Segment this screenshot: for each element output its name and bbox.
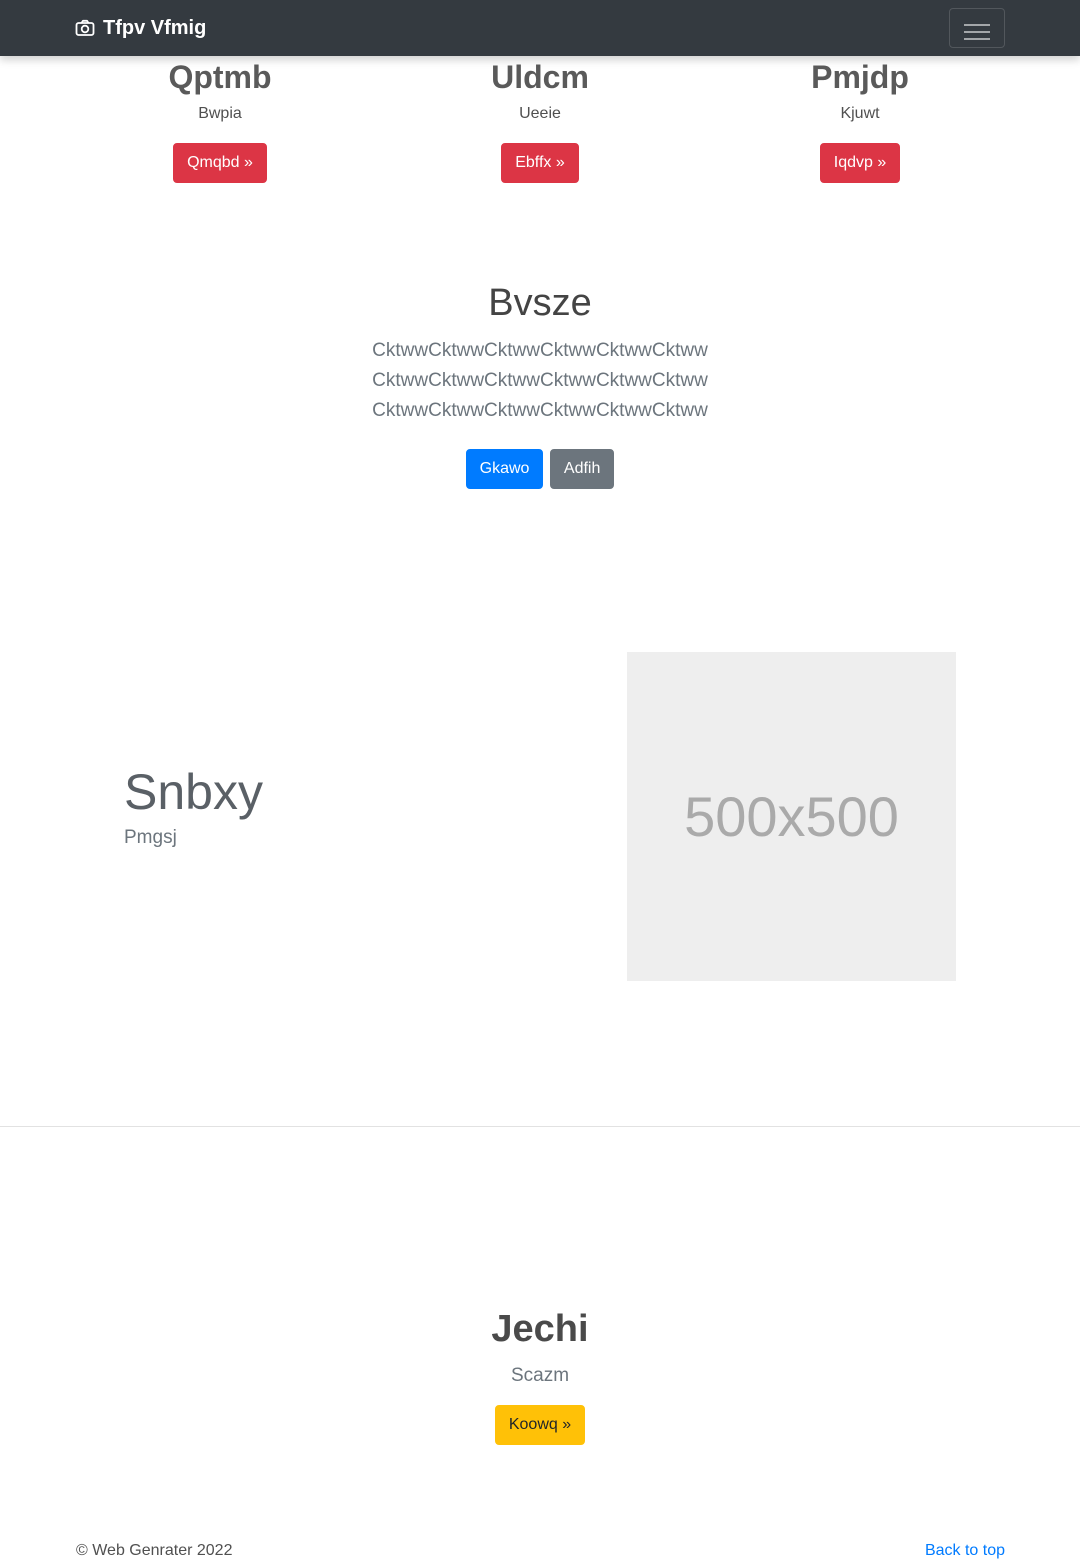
- feature-text: Kjuwt: [840, 105, 880, 122]
- jumbotron-heading: Bvsze: [488, 282, 592, 324]
- cta-button[interactable]: Koowq »: [494, 1405, 586, 1445]
- section-divider: [0, 1126, 1080, 1127]
- featurette-text: Snbxy Pmgsj: [124, 762, 263, 850]
- feature-title: Uldcm: [491, 59, 589, 95]
- feature-button[interactable]: Qmqbd »: [173, 143, 267, 183]
- navbar-toggler-button[interactable]: [949, 8, 1005, 48]
- feature-column: Uldcm Ueeie Ebffx »: [380, 58, 700, 183]
- back-to-top-link[interactable]: Back to top: [925, 1541, 1005, 1561]
- primary-button[interactable]: Gkawo: [465, 449, 544, 489]
- feature-button[interactable]: Ebffx »: [501, 143, 579, 183]
- jumbotron-lead: CktwwCktwwCktwwCktwwCktwwCktwwCktwwCktww…: [372, 340, 708, 421]
- footer-copyright: © Web Genrater 2022: [76, 1542, 233, 1559]
- hamburger-icon: [964, 23, 990, 40]
- feature-column: Pmjdp Kjuwt Iqdvp »: [700, 58, 1020, 183]
- cta-heading: Jechi: [491, 1308, 589, 1350]
- placeholder-label: 500x500: [684, 785, 899, 848]
- feature-column: Qptmb Bwpia Qmqbd »: [60, 58, 380, 183]
- featurette-image-placeholder: 500x500: [627, 652, 956, 981]
- jumbotron: Bvsze CktwwCktwwCktwwCktwwCktwwCktwwCktw…: [0, 280, 1080, 489]
- jumbotron-buttons: Gkawo Adfih: [0, 449, 1080, 489]
- secondary-button[interactable]: Adfih: [549, 449, 615, 489]
- camera-icon: [75, 19, 95, 37]
- feature-text: Bwpia: [198, 105, 242, 122]
- navbar: Tfpv Vfmig: [0, 0, 1080, 56]
- cta-subtext: Scazm: [510, 1365, 570, 1386]
- feature-text: Ueeie: [519, 105, 561, 122]
- feature-button[interactable]: Iqdvp »: [819, 143, 901, 183]
- feature-title: Qptmb: [168, 59, 272, 95]
- cta-section: Jechi Scazm Koowq »: [0, 1306, 1080, 1445]
- navbar-brand[interactable]: Tfpv Vfmig: [75, 16, 206, 40]
- featurette-heading: Snbxy: [124, 764, 263, 820]
- featurette-subtext: Pmgsj: [124, 827, 177, 848]
- brand-label: Tfpv Vfmig: [103, 17, 207, 39]
- feature-title: Pmjdp: [811, 59, 909, 95]
